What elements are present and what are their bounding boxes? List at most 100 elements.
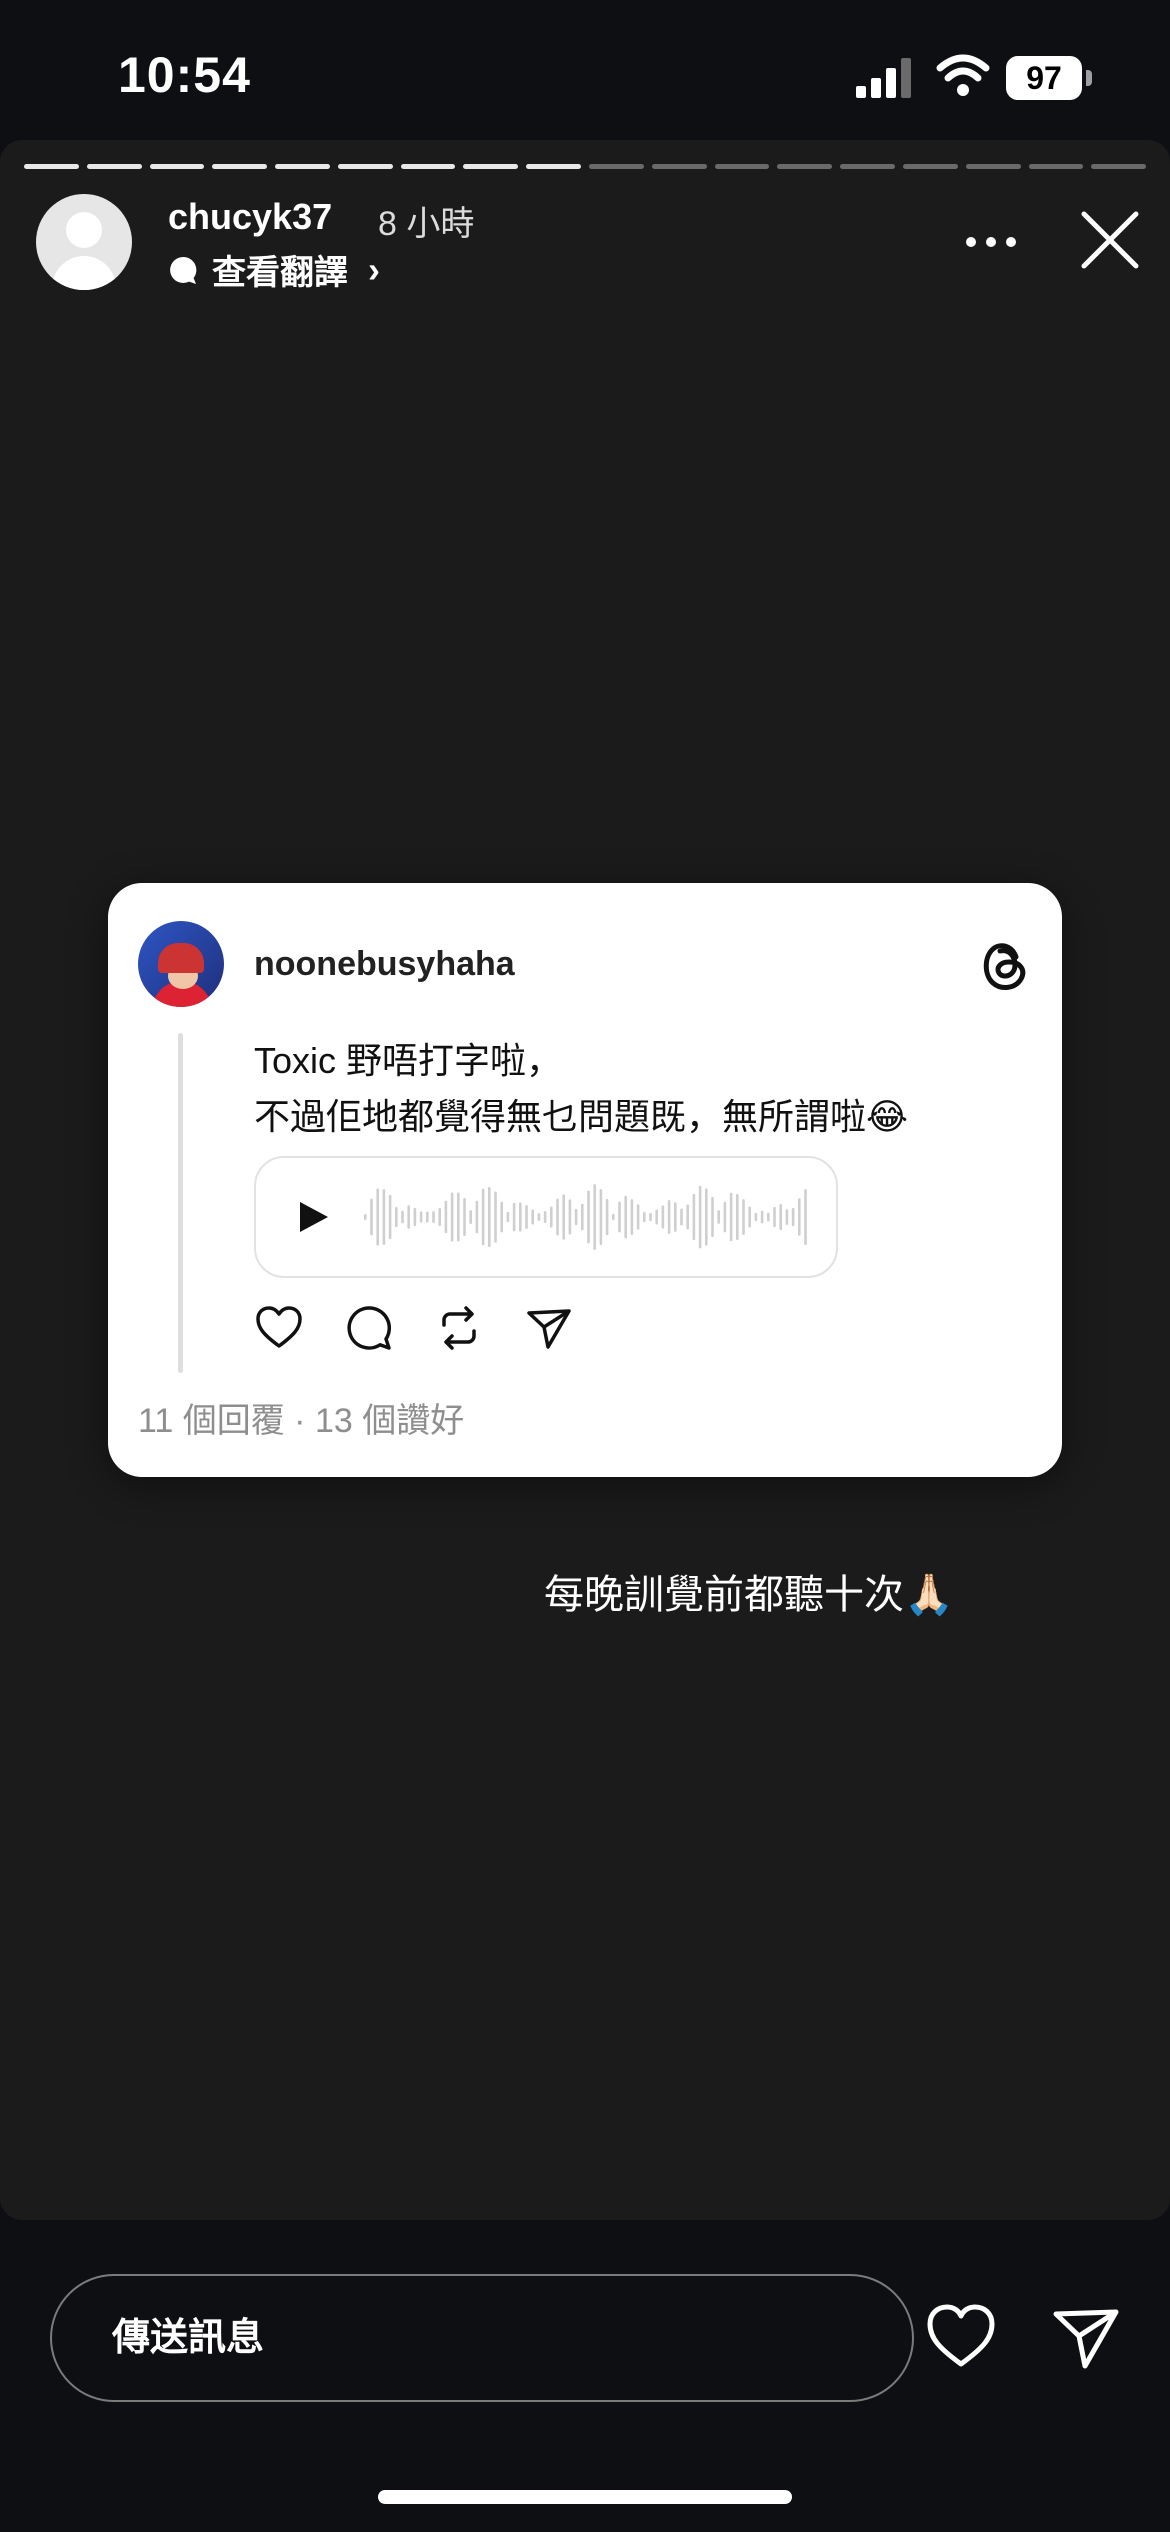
post-stats: 11 個回覆 · 13 個讚好 <box>138 1402 465 1440</box>
waveform-bar <box>438 1208 441 1226</box>
waveform-bar <box>444 1200 448 1234</box>
waveform-bar <box>605 1198 609 1236</box>
thread-line <box>178 1033 183 1373</box>
story-username[interactable]: chucyk37 <box>168 196 332 238</box>
waveform-bar <box>537 1213 541 1221</box>
waveform-bar <box>680 1208 683 1226</box>
progress-segment <box>589 164 644 169</box>
progress-segment <box>24 164 79 169</box>
waveform-bar <box>624 1195 627 1239</box>
waveform-bar <box>419 1211 423 1223</box>
repost-icon[interactable] <box>434 1303 484 1353</box>
progress-segment <box>337 164 393 169</box>
waveform-bar <box>382 1189 386 1245</box>
waveform-bar <box>612 1213 615 1221</box>
waveform-bar <box>463 1198 466 1236</box>
see-translation-link[interactable]: 查看翻譯 › <box>168 245 380 294</box>
comment-icon[interactable] <box>344 1303 394 1353</box>
waveform-bar <box>742 1199 745 1235</box>
post-author-avatar[interactable] <box>138 921 224 1007</box>
user-avatar[interactable] <box>36 194 132 290</box>
waveform-bar <box>630 1199 634 1235</box>
progress-segment <box>777 164 833 169</box>
progress-segment <box>212 164 268 169</box>
waveform-bar <box>791 1207 795 1227</box>
heart-icon[interactable] <box>924 2300 998 2374</box>
waveform-bar <box>376 1188 379 1246</box>
audio-player[interactable] <box>254 1156 838 1278</box>
waveform-bar <box>748 1206 751 1228</box>
progress-segment <box>714 164 770 169</box>
threads-post-card[interactable]: noonebusyhaha Toxic 野唔打字啦， 不過佢地都覺得無乜問題既，… <box>108 883 1062 1477</box>
audio-waveform <box>364 1184 807 1250</box>
waveform-bar <box>723 1201 727 1233</box>
more-icon[interactable] <box>964 222 1018 262</box>
battery-indicator: 97 <box>1006 56 1094 100</box>
progress-segment <box>86 164 142 169</box>
avatar-body <box>52 256 116 290</box>
avatar-figure-cap <box>158 943 204 973</box>
waveform-bar <box>531 1209 534 1225</box>
send-message-input[interactable] <box>50 2274 914 2402</box>
waveform-bar <box>550 1206 553 1228</box>
waveform-bar <box>562 1194 565 1240</box>
progress-segment <box>840 164 895 169</box>
waveform-bar <box>481 1188 485 1246</box>
waveform-bar <box>581 1203 584 1231</box>
send-icon[interactable] <box>1050 2302 1122 2374</box>
waveform-bar <box>364 1214 367 1220</box>
waveform-bar <box>717 1210 720 1224</box>
story-caption: 每晚訓覺前都聽十次🙏🏻 <box>544 1573 954 1617</box>
post-text-line-2: 不過佢地都覺得無乜問題既，無所謂啦😂 <box>254 1096 909 1137</box>
waveform-bar <box>426 1211 429 1223</box>
waveform-bar <box>469 1209 472 1225</box>
progress-segment <box>902 164 958 169</box>
share-icon[interactable] <box>524 1303 574 1353</box>
waveform-bar <box>674 1202 677 1232</box>
like-icon[interactable] <box>254 1303 304 1353</box>
waveform-bar <box>655 1209 658 1225</box>
progress-segment <box>463 164 519 169</box>
waveform-bar <box>661 1205 665 1229</box>
waveform-bar <box>773 1206 776 1228</box>
waveform-bar <box>636 1204 640 1230</box>
clock: 10:54 <box>118 47 251 103</box>
waveform-bar <box>488 1186 491 1248</box>
waveform-bar <box>686 1204 689 1230</box>
waveform-bar <box>779 1203 782 1231</box>
waveform-bar <box>506 1211 510 1223</box>
waveform-bar <box>413 1207 417 1227</box>
play-icon[interactable] <box>296 1200 330 1234</box>
waveform-bar <box>785 1209 789 1225</box>
progress-segment <box>275 164 330 169</box>
waveform-bar <box>525 1205 528 1229</box>
close-icon[interactable] <box>1080 210 1140 270</box>
waveform-bar <box>705 1188 708 1246</box>
post-author-name[interactable]: noonebusyhaha <box>254 945 515 984</box>
waveform-bar <box>599 1189 603 1245</box>
waveform-bar <box>729 1192 733 1242</box>
progress-segment <box>149 164 205 169</box>
avatar-head <box>66 212 102 248</box>
waveform-bar <box>643 1211 646 1223</box>
speech-bubble-icon <box>170 256 197 284</box>
threads-logo-icon <box>983 943 1026 990</box>
story-timestamp: 8 小時 <box>378 205 475 243</box>
progress-segment <box>965 164 1021 169</box>
waveform-bar <box>736 1194 739 1240</box>
waveform-bar <box>649 1212 652 1222</box>
post-actions <box>254 1303 574 1353</box>
progress-segment <box>400 164 456 169</box>
waveform-bar <box>767 1212 770 1222</box>
cellular-signal-icon <box>856 58 911 98</box>
waveform-bar <box>568 1199 572 1235</box>
waveform-bar <box>754 1212 758 1222</box>
waveform-bar <box>587 1190 590 1244</box>
waveform-bar <box>692 1193 696 1241</box>
waveform-bar <box>475 1200 479 1234</box>
home-indicator <box>378 2490 792 2504</box>
waveform-bar <box>370 1198 373 1236</box>
waveform-bar <box>494 1191 497 1243</box>
story-progress-bar <box>24 164 1147 169</box>
waveform-bar <box>457 1192 460 1242</box>
